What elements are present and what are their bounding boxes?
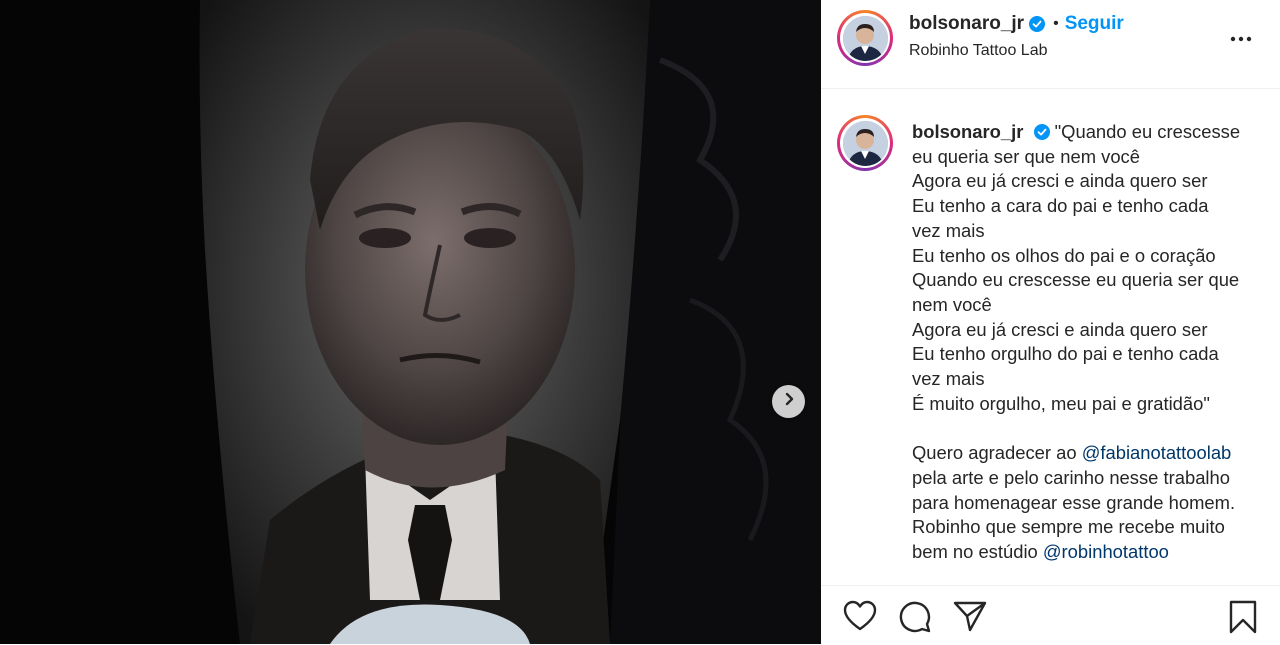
heart-icon[interactable] (843, 600, 877, 637)
more-options-button[interactable] (1226, 28, 1256, 48)
caption-line: É muito orgulho, meu pai e gratidão" (912, 392, 1210, 414)
verified-badge-icon (1029, 16, 1046, 32)
caption-username[interactable]: bolsonaro_jr (912, 121, 1023, 142)
mention-link-robinhotattoo[interactable]: @robinhotattoo (1043, 541, 1169, 562)
caption-line: Quando eu crescesse eu queria ser que (912, 269, 1240, 291)
bookmark-icon[interactable] (1228, 600, 1258, 639)
header-user-row: bolsonaro_jr • Seguir (909, 13, 1124, 35)
tattoo-photo (0, 0, 821, 644)
more-horizontal-icon (1230, 29, 1252, 47)
action-bar (821, 585, 1280, 645)
comment-icon[interactable] (898, 600, 932, 639)
caption-line: Eu tenho a cara do pai e tenho cada (912, 195, 1209, 217)
post-header: bolsonaro_jr • Seguir Robinho Tattoo Lab (821, 0, 1280, 89)
chevron-right-icon (782, 392, 796, 411)
caption-line: Eu tenho orgulho do pai e tenho cada (912, 343, 1219, 365)
next-photo-button[interactable] (772, 385, 805, 418)
caption-line: Eu tenho os olhos do pai e o coração (912, 244, 1216, 266)
caption-line: vez mais (912, 219, 985, 241)
header-username[interactable]: bolsonaro_jr (909, 13, 1024, 35)
caption-line: vez mais (912, 368, 985, 390)
caption-text: bolsonaro_jr "Quando eu crescesse eu que… (912, 120, 1270, 565)
caption-line: Agora eu já cresci e ainda quero ser (912, 170, 1208, 192)
avatar[interactable] (837, 10, 893, 66)
verified-badge-icon (1033, 124, 1050, 140)
caption-line: Robinho que sempre me recebe muito (912, 516, 1225, 538)
caption-avatar[interactable] (837, 115, 893, 171)
caption-line: pela arte e pelo carinho nesse trabalho (912, 466, 1230, 488)
caption-area: bolsonaro_jr "Quando eu crescesse eu que… (821, 89, 1280, 585)
caption-line: nem você (912, 293, 992, 315)
follow-button[interactable]: Seguir (1065, 13, 1124, 35)
caption-thanks-prefix: Quero agradecer ao (912, 442, 1082, 464)
location-link[interactable]: Robinho Tattoo Lab (909, 42, 1047, 60)
paper-plane-icon[interactable] (953, 600, 987, 637)
caption-line: Agora eu já cresci e ainda quero ser (912, 318, 1208, 340)
caption-line: "Quando eu crescesse (1054, 121, 1241, 142)
caption-last-prefix: bem no estúdio (912, 540, 1043, 562)
post-media[interactable] (0, 0, 821, 644)
caption-line: eu queria ser que nem você (912, 145, 1140, 167)
post-side-panel: bolsonaro_jr • Seguir Robinho Tattoo Lab (821, 0, 1280, 644)
separator-dot: • (1053, 15, 1059, 32)
mention-link-fabianotattoolab[interactable]: @fabianotattoolab (1082, 442, 1232, 463)
caption-line: para homenagear esse grande homem. (912, 491, 1236, 513)
